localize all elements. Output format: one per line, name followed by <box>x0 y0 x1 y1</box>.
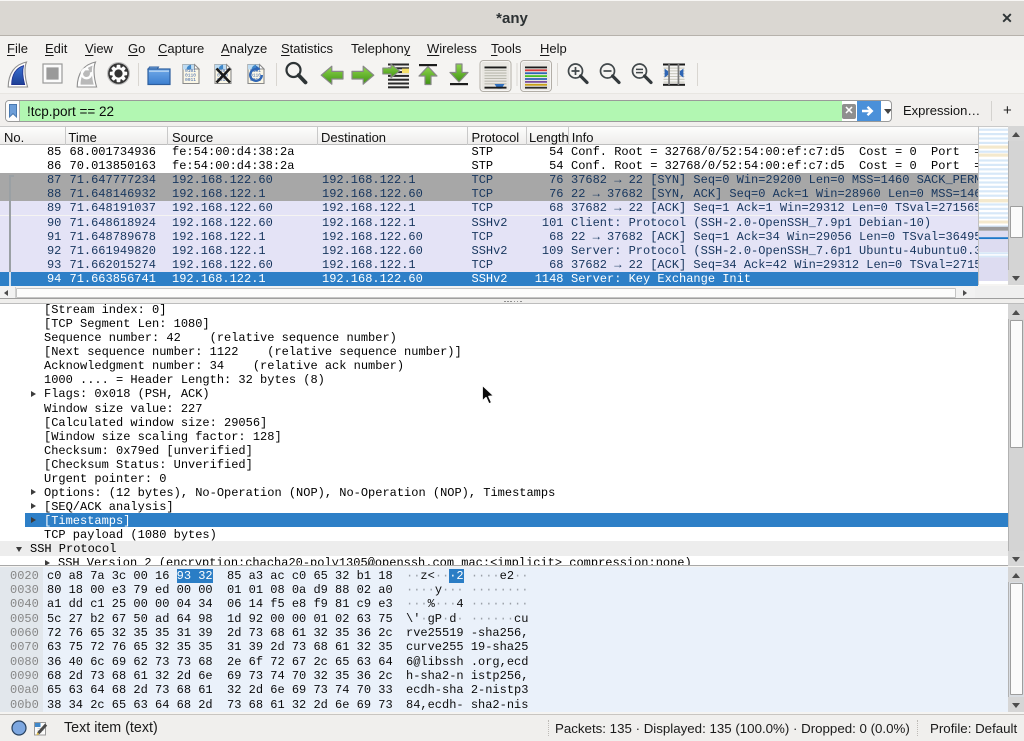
svg-text:0011: 0011 <box>185 77 196 83</box>
